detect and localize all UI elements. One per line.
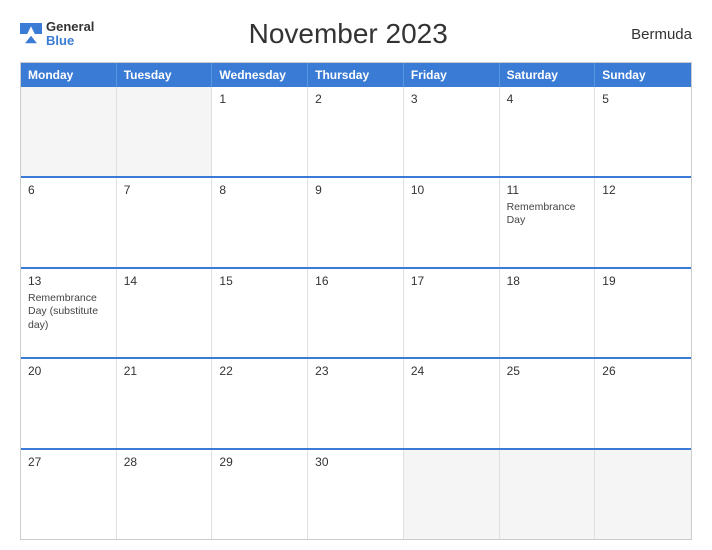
day-number: 15 (219, 274, 300, 288)
day-number: 22 (219, 364, 300, 378)
day-cell: 22 (212, 359, 308, 448)
logo: General Blue (20, 20, 94, 49)
day-number: 2 (315, 92, 396, 106)
week-row-2: 13 Remembrance Day (substitute day) 14 15 16… (21, 267, 691, 358)
day-number: 17 (411, 274, 492, 288)
day-number: 21 (124, 364, 205, 378)
day-cell: 6 (21, 178, 117, 267)
day-cell: 5 (595, 87, 691, 176)
day-cell (500, 450, 596, 539)
day-number: 20 (28, 364, 109, 378)
day-cell: 30 (308, 450, 404, 539)
day-cell: 2 (308, 87, 404, 176)
days-header: MondayTuesdayWednesdayThursdayFridaySatu… (21, 63, 691, 87)
day-header-thursday: Thursday (308, 63, 404, 87)
week-row-0: 1 2 3 45 (21, 87, 691, 176)
day-cell: 25 (500, 359, 596, 448)
day-event: Remembrance Day (substitute day) (28, 292, 109, 333)
day-cell: 21 (117, 359, 213, 448)
day-number: 27 (28, 455, 109, 469)
day-number: 18 (507, 274, 588, 288)
day-header-monday: Monday (21, 63, 117, 87)
day-number: 25 (507, 364, 588, 378)
day-header-saturday: Saturday (500, 63, 596, 87)
day-cell: 3 (404, 87, 500, 176)
day-number: 1 (219, 92, 300, 106)
day-number: 14 (124, 274, 205, 288)
day-cell: 27 (21, 450, 117, 539)
day-cell: 15 (212, 269, 308, 358)
day-cell: 24 (404, 359, 500, 448)
day-cell: 1 (212, 87, 308, 176)
day-header-tuesday: Tuesday (117, 63, 213, 87)
logo-icon (20, 23, 42, 45)
day-number: 29 (219, 455, 300, 469)
day-cell: 18 (500, 269, 596, 358)
day-number: 6 (28, 183, 109, 197)
day-number: 3 (411, 92, 492, 106)
day-number: 12 (602, 183, 684, 197)
calendar-grid: MondayTuesdayWednesdayThursdayFridaySatu… (20, 62, 692, 540)
day-number: 26 (602, 364, 684, 378)
day-cell: 23 (308, 359, 404, 448)
day-cell: 20 (21, 359, 117, 448)
week-row-1: 6 78 9 10 11 Remembrance Day 12 (21, 176, 691, 267)
day-cell: 7 (117, 178, 213, 267)
day-cell: 29 (212, 450, 308, 539)
day-number: 4 (507, 92, 588, 106)
calendar-title: November 2023 (94, 18, 602, 50)
day-number: 16 (315, 274, 396, 288)
day-cell: 28 (117, 450, 213, 539)
day-cell: 11 Remembrance Day (500, 178, 596, 267)
day-cell (21, 87, 117, 176)
day-number: 8 (219, 183, 300, 197)
day-number: 9 (315, 183, 396, 197)
day-number: 24 (411, 364, 492, 378)
day-cell: 10 (404, 178, 500, 267)
week-row-4: 27 28 29 30 (21, 448, 691, 539)
calendar-region: Bermuda (602, 26, 692, 43)
day-cell: 9 (308, 178, 404, 267)
day-cell: 14 (117, 269, 213, 358)
day-cell: 13 Remembrance Day (substitute day) (21, 269, 117, 358)
day-number: 23 (315, 364, 396, 378)
day-cell: 19 (595, 269, 691, 358)
day-number: 13 (28, 274, 109, 288)
day-number: 7 (124, 183, 205, 197)
day-cell (117, 87, 213, 176)
day-cell: 26 (595, 359, 691, 448)
day-cell: 17 (404, 269, 500, 358)
weeks-container: 1234567891011Remembrance Day1213Remembra… (21, 87, 691, 539)
day-cell (404, 450, 500, 539)
day-number: 5 (602, 92, 684, 106)
day-header-friday: Friday (404, 63, 500, 87)
day-cell: 4 (500, 87, 596, 176)
day-number: 10 (411, 183, 492, 197)
day-cell (595, 450, 691, 539)
calendar-page: General Blue November 2023 Bermuda Monda… (0, 0, 712, 550)
logo-text: General Blue (46, 20, 94, 49)
day-cell: 12 (595, 178, 691, 267)
day-cell: 16 (308, 269, 404, 358)
day-cell: 8 (212, 178, 308, 267)
day-header-wednesday: Wednesday (212, 63, 308, 87)
calendar-header: General Blue November 2023 Bermuda (20, 18, 692, 50)
day-number: 19 (602, 274, 684, 288)
week-row-3: 20 21 22 23 24 25 26 (21, 357, 691, 448)
day-event: Remembrance Day (507, 201, 588, 228)
day-number: 11 (507, 183, 588, 197)
day-number: 28 (124, 455, 205, 469)
day-number: 30 (315, 455, 396, 469)
day-header-sunday: Sunday (595, 63, 691, 87)
